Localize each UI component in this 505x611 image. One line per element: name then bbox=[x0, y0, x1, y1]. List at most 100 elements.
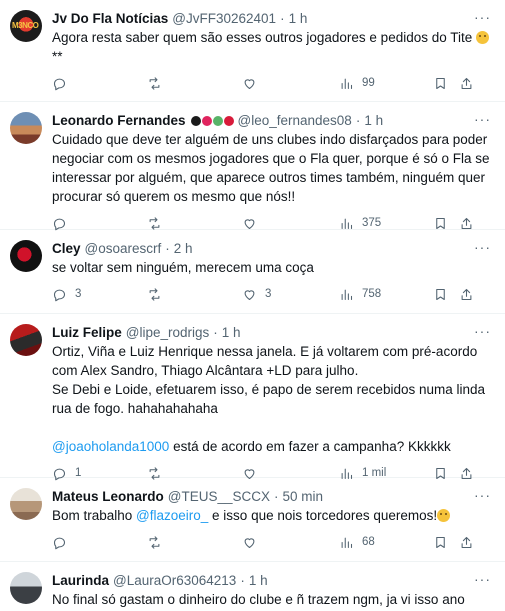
like-button[interactable]: 3 bbox=[242, 287, 339, 302]
author-handle[interactable]: @leo_fernandes08 bbox=[238, 112, 352, 130]
reply-button[interactable] bbox=[52, 535, 147, 550]
action-bar: 99 bbox=[52, 66, 493, 100]
views-button[interactable]: 758 bbox=[339, 287, 433, 302]
red-heart-icon bbox=[223, 116, 234, 126]
author-handle[interactable]: @JvFF30262401 bbox=[172, 10, 276, 28]
retweet-icon bbox=[149, 535, 160, 549]
avatar[interactable] bbox=[10, 572, 42, 604]
avatar[interactable] bbox=[10, 240, 42, 272]
bookmark-icon bbox=[436, 77, 445, 89]
separator-dot: · bbox=[213, 325, 218, 340]
author-name[interactable]: Luiz Felipe bbox=[52, 324, 122, 342]
bookmark-button[interactable] bbox=[433, 76, 459, 91]
retweet-button[interactable] bbox=[147, 216, 242, 231]
like-count: 3 bbox=[265, 288, 272, 300]
share-icon bbox=[461, 288, 472, 300]
retweet-button[interactable] bbox=[147, 287, 242, 302]
views-button[interactable]: 99 bbox=[339, 76, 433, 91]
emoji-icon bbox=[437, 509, 451, 522]
views-button[interactable]: 375 bbox=[339, 216, 433, 231]
tweet-text-tail: está de acordo em fazer a campanha? Kkkk… bbox=[169, 439, 451, 454]
separator-dot: · bbox=[165, 241, 170, 256]
more-icon[interactable]: ··· bbox=[474, 112, 491, 126]
reply-button[interactable] bbox=[52, 76, 147, 91]
reply-button[interactable]: 3 bbox=[52, 287, 147, 302]
share-button[interactable] bbox=[459, 287, 474, 302]
tweet[interactable]: Luiz Felipe @lipe_rodrigs · 1 h ··· Orti… bbox=[0, 314, 505, 480]
tweet-text: Ortiz, Viña e Luiz Henrique nessa janela… bbox=[52, 344, 486, 416]
black-circle-icon bbox=[190, 116, 201, 126]
more-icon[interactable]: ··· bbox=[474, 10, 491, 24]
share-icon bbox=[461, 536, 472, 548]
more-icon[interactable]: ··· bbox=[474, 572, 491, 586]
avatar[interactable] bbox=[10, 488, 42, 520]
separator-dot: · bbox=[274, 489, 279, 504]
timestamp[interactable]: 1 h bbox=[249, 572, 268, 590]
timeline-feed: Jv Do Fla Notícias @JvFF30262401 · 1 h ·… bbox=[0, 0, 505, 611]
reply-button[interactable] bbox=[52, 216, 147, 231]
tweet-header: Laurinda @LauraOr63064213 · 1 h bbox=[52, 572, 493, 590]
like-button[interactable] bbox=[242, 535, 339, 550]
tweet-text: se voltar sem ninguém, merecem uma coça bbox=[52, 260, 314, 275]
views-button[interactable]: 68 bbox=[339, 535, 433, 550]
author-name[interactable]: Laurinda bbox=[52, 572, 109, 590]
author-name[interactable]: Leonardo Fernandes bbox=[52, 112, 186, 130]
tweet[interactable]: Laurinda @LauraOr63064213 · 1 h ··· No f… bbox=[0, 562, 505, 611]
heart-icon bbox=[244, 537, 255, 548]
author-name[interactable]: Cley bbox=[52, 240, 81, 258]
avatar[interactable] bbox=[10, 324, 42, 356]
retweet-icon bbox=[149, 287, 160, 301]
tweet-header: Luiz Felipe @lipe_rodrigs · 1 h bbox=[52, 324, 493, 342]
bookmark-button[interactable] bbox=[433, 535, 459, 550]
bookmark-button[interactable] bbox=[433, 287, 459, 302]
avatar[interactable] bbox=[10, 112, 42, 144]
tweet-header: Jv Do Fla Notícias @JvFF30262401 · 1 h bbox=[52, 10, 493, 28]
tweet[interactable]: Mateus Leonardo @TEUS__SCCX · 50 min ···… bbox=[0, 478, 505, 562]
tweet-text-suffix: ** bbox=[52, 49, 63, 64]
action-bar: 3 3 758 bbox=[52, 277, 493, 311]
heart-icon bbox=[244, 218, 255, 229]
reply-icon bbox=[53, 537, 66, 549]
share-button[interactable] bbox=[459, 535, 474, 550]
timestamp[interactable]: 1 h bbox=[222, 324, 241, 342]
tweet[interactable]: Jv Do Fla Notícias @JvFF30262401 · 1 h ·… bbox=[0, 0, 505, 102]
author-handle[interactable]: @LauraOr63064213 bbox=[113, 572, 236, 590]
tweet-header: Leonardo Fernandes @leo_fernandes08 · 1 … bbox=[52, 112, 493, 130]
author-name[interactable]: Mateus Leonardo bbox=[52, 488, 164, 506]
more-icon[interactable]: ··· bbox=[474, 324, 491, 338]
mention-link[interactable]: @joaoholanda1000 bbox=[52, 439, 169, 454]
author-handle[interactable]: @lipe_rodrigs bbox=[126, 324, 210, 342]
share-icon bbox=[461, 217, 472, 229]
timestamp[interactable]: 50 min bbox=[283, 488, 324, 506]
share-button[interactable] bbox=[459, 76, 474, 91]
share-icon bbox=[461, 77, 472, 89]
separator-dot: · bbox=[240, 573, 245, 588]
like-button[interactable] bbox=[242, 76, 339, 91]
timestamp[interactable]: 1 h bbox=[289, 10, 308, 28]
tweet-text: Agora resta saber quem são esses outros … bbox=[52, 28, 493, 66]
retweet-button[interactable] bbox=[147, 76, 242, 91]
heart-emoji-badges bbox=[190, 116, 234, 126]
views-count: 375 bbox=[362, 217, 382, 229]
more-icon[interactable]: ··· bbox=[474, 488, 491, 502]
like-button[interactable] bbox=[242, 216, 339, 231]
bookmark-icon bbox=[436, 288, 445, 300]
mention-link[interactable]: @flazoeiro_ bbox=[136, 508, 208, 523]
more-icon[interactable]: ··· bbox=[474, 240, 491, 254]
tweet[interactable]: Leonardo Fernandes @leo_fernandes08 · 1 … bbox=[0, 102, 505, 230]
author-name[interactable]: Jv Do Fla Notícias bbox=[52, 10, 168, 28]
bookmark-icon bbox=[436, 536, 445, 548]
share-button[interactable] bbox=[459, 216, 474, 231]
separator-dot: · bbox=[280, 11, 285, 26]
timestamp[interactable]: 2 h bbox=[174, 240, 193, 258]
author-handle[interactable]: @osoarescrf bbox=[85, 240, 162, 258]
avatar[interactable] bbox=[10, 10, 42, 42]
tweet-header: Mateus Leonardo @TEUS__SCCX · 50 min bbox=[52, 488, 493, 506]
retweet-button[interactable] bbox=[147, 535, 242, 550]
tweet-text: Cuidado que deve ter alguém de uns clube… bbox=[52, 132, 490, 204]
author-handle[interactable]: @TEUS__SCCX bbox=[168, 488, 270, 506]
tweet[interactable]: Cley @osoarescrf · 2 h ··· se voltar sem… bbox=[0, 230, 505, 314]
views-icon bbox=[341, 78, 353, 89]
timestamp[interactable]: 1 h bbox=[364, 112, 383, 130]
bookmark-button[interactable] bbox=[433, 216, 459, 231]
